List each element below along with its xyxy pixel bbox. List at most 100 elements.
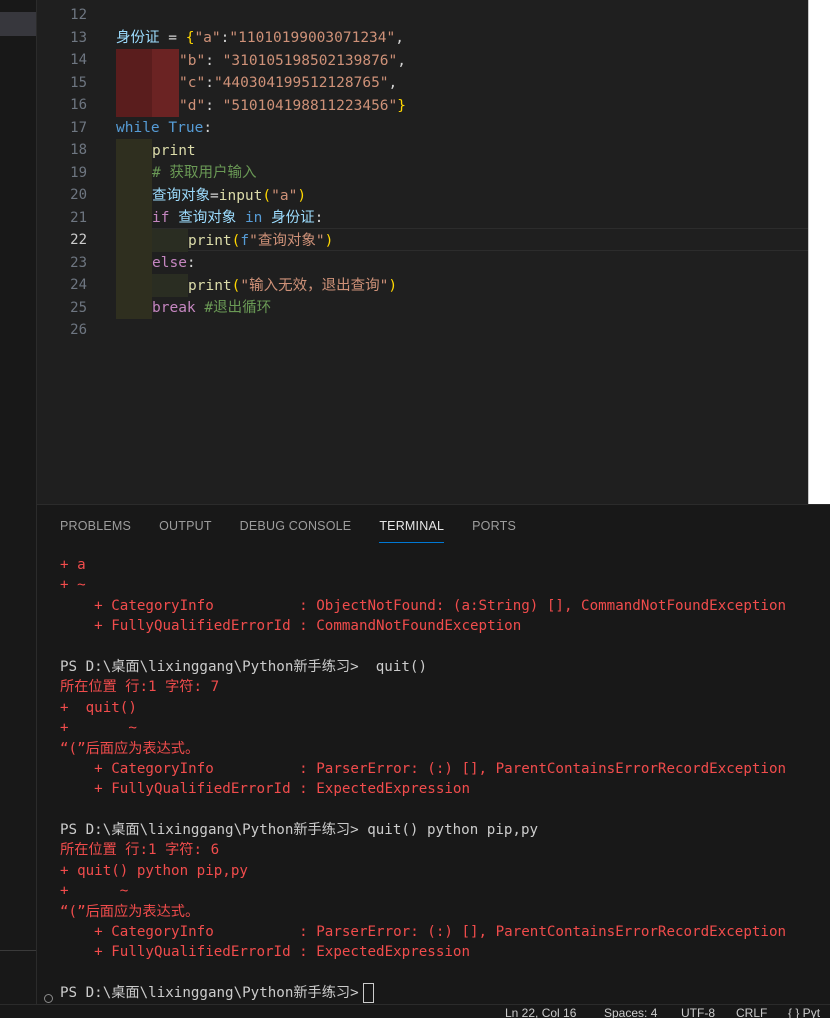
code-line-17: while True:: [116, 117, 808, 140]
sidebar-active-item[interactable]: [0, 12, 36, 36]
terminal-cursor: [362, 983, 374, 1004]
code-token: "440304199512128765": [213, 75, 389, 91]
line-number: 21: [70, 209, 87, 226]
status-encoding[interactable]: UTF-8: [681, 1006, 715, 1018]
code-token: 身份证: [271, 210, 315, 226]
code-token: "310105198502139876": [222, 52, 398, 69]
code-token: 查询对象: [178, 210, 237, 226]
code-token: if: [152, 210, 170, 226]
code-token: ): [388, 277, 398, 294]
terminal-line: 所在位置 行:1 字符: 7: [60, 679, 220, 696]
terminal-line: + ~: [60, 883, 129, 900]
code-token: print: [188, 277, 232, 294]
terminal-line: + FullyQualifiedErrorId : ExpectedExpres…: [60, 944, 470, 961]
code-editor[interactable]: 12 13 14 15 16 17 18 19 20 21 22 23 24 25 26 身份证 = {"a…: [37, 0, 830, 503]
code-token: :: [203, 120, 213, 136]
code-line-25: break #退出循环: [116, 297, 808, 320]
code-token: "查询对象": [249, 232, 325, 249]
tab-debug-console[interactable]: DEBUG CONSOLE: [240, 517, 352, 543]
code-token: :: [186, 255, 196, 271]
code-token: "c": [179, 75, 206, 91]
code-token: "a": [271, 187, 298, 204]
code-line-18: print: [116, 140, 808, 163]
code-line-14: "b": "310105198502139876",: [116, 50, 808, 73]
line-number: 14: [70, 52, 87, 68]
code-token: ): [297, 187, 307, 204]
terminal-line: + CategoryInfo : ObjectNotFound: (a:Stri…: [60, 597, 787, 614]
line-number: 16: [70, 97, 87, 113]
bottom-panel: PROBLEMS OUTPUT DEBUG CONSOLE TERMINAL PORTS…: [37, 504, 830, 1005]
terminal-line: + FullyQualifiedErrorId : ExpectedExpres…: [60, 781, 470, 798]
terminal-line: + ~: [60, 720, 137, 737]
code-token: print: [188, 232, 232, 249]
status-eol[interactable]: CRLF: [736, 1006, 767, 1018]
code-token: "输入无效，退出查询": [240, 277, 389, 294]
line-number: 15: [70, 74, 87, 91]
code-token: ,: [388, 75, 398, 91]
code-line-20: 查询对象=input("a"): [116, 185, 808, 208]
code-token: "510104198811223456": [222, 97, 398, 114]
command-decoration-icon[interactable]: [44, 994, 53, 1003]
code-token: "d": [179, 97, 206, 114]
code-line-15: "c":"440304199512128765",: [116, 72, 808, 95]
code-token: break: [152, 300, 196, 316]
tab-output[interactable]: OUTPUT: [159, 517, 212, 543]
terminal-line: + quit(): [60, 699, 137, 716]
code-token: True: [168, 120, 204, 136]
code-token: else: [152, 255, 187, 271]
terminal-line: + a: [60, 557, 86, 573]
terminal-line: PS D:\桌面\lixinggang\Python新手练习> quit(): [60, 658, 427, 675]
terminal-output[interactable]: + a + ~ + CategoryInfo : ObjectNotFound: …: [60, 555, 830, 1004]
code-token: 查询对象: [152, 187, 210, 204]
code-token: }: [397, 97, 407, 114]
code-token: 身份证: [116, 30, 160, 46]
line-number: 25: [70, 299, 87, 316]
tab-ports[interactable]: PORTS: [472, 517, 516, 543]
terminal-line: + CategoryInfo : ParserError: (:) [], Pa…: [60, 760, 787, 777]
line-number: 17: [70, 119, 87, 136]
line-number: 23: [70, 254, 87, 271]
code-token: # 获取用户输入: [152, 165, 257, 181]
code-token: :: [205, 97, 223, 114]
code-token: "11010199003071234": [229, 30, 396, 46]
line-number: 22: [70, 232, 87, 248]
line-number: 26: [70, 322, 87, 338]
terminal-line: + ~: [60, 577, 86, 594]
line-number: 19: [70, 164, 87, 181]
code-token: ): [324, 232, 334, 249]
code-line-24: print("输入无效，退出查询"): [116, 275, 808, 298]
status-language[interactable]: { } Pyt: [788, 1006, 820, 1018]
status-cursor-position[interactable]: Ln 22, Col 16: [505, 1006, 576, 1018]
status-bar: Ln 22, Col 16 Spaces: 4 UTF-8 CRLF { } P…: [0, 1004, 830, 1018]
tab-terminal[interactable]: TERMINAL: [379, 517, 444, 543]
status-indentation[interactable]: Spaces: 4: [604, 1006, 657, 1018]
code-token: "a": [194, 30, 221, 46]
code-line-13: 身份证 = {"a":"11010199003071234",: [116, 27, 808, 50]
code-token: input: [218, 187, 263, 204]
code-line-23: else:: [116, 252, 808, 275]
code-token: #退出循环: [204, 300, 272, 316]
code-token: =: [159, 30, 186, 46]
code-token: ,: [395, 30, 404, 46]
code-token: while: [116, 120, 160, 136]
tab-problems[interactable]: PROBLEMS: [60, 517, 131, 543]
line-number: 13: [70, 29, 87, 46]
terminal-line: + CategoryInfo : ParserError: (:) [], Pa…: [60, 924, 787, 941]
terminal-prompt-line[interactable]: PS D:\桌面\lixinggang\Python新手练习>: [60, 983, 830, 1004]
terminal-line: + quit() python pip,py: [60, 862, 248, 879]
activity-sidebar: [0, 0, 37, 1017]
code-line-21: if 查询对象 in 身份证:: [116, 207, 808, 230]
line-number: 20: [70, 187, 87, 203]
code-token: :: [205, 52, 223, 69]
terminal-line: PS D:\桌面\lixinggang\Python新手练习> quit() p…: [60, 822, 539, 839]
line-number: 24: [70, 277, 87, 293]
code-token: =: [210, 187, 219, 204]
code-line-16: "d": "510104198811223456"}: [116, 95, 808, 118]
terminal-line: “(”后面应为表达式。: [60, 903, 200, 920]
code-line-22: print(f"查询对象"): [116, 230, 808, 253]
code-line-19: # 获取用户输入: [116, 162, 808, 185]
line-number: 18: [70, 142, 87, 158]
